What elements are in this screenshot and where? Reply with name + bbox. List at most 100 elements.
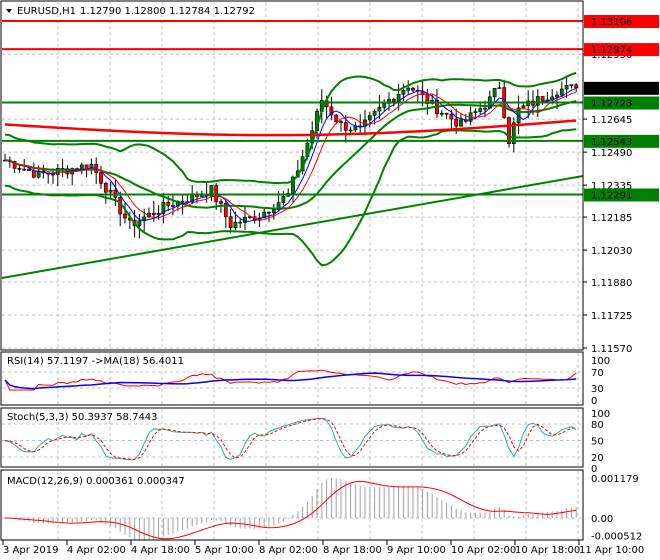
level-label: 1.12291 bbox=[591, 190, 632, 201]
candle[interactable] bbox=[108, 189, 113, 193]
candle[interactable] bbox=[17, 168, 22, 170]
candle[interactable] bbox=[372, 110, 377, 116]
price-tick-label: 1.12185 bbox=[591, 213, 632, 224]
candle[interactable] bbox=[564, 85, 569, 90]
price-tick-label: 1.11570 bbox=[591, 344, 632, 355]
candle[interactable] bbox=[555, 94, 559, 98]
macd-signal-line bbox=[4, 480, 577, 540]
candle[interactable] bbox=[166, 201, 171, 206]
price-tick-label: 1.12645 bbox=[591, 115, 632, 126]
candle[interactable] bbox=[339, 121, 343, 123]
header: EURUSD,H1 1.12790 1.12800 1.12784 1.1279… bbox=[6, 6, 255, 17]
candle[interactable] bbox=[171, 205, 175, 207]
candle[interactable] bbox=[444, 112, 449, 115]
candle[interactable] bbox=[367, 115, 372, 121]
candle[interactable] bbox=[411, 87, 415, 91]
time-axis-label: 8 Apr 02:00 bbox=[259, 545, 318, 556]
macd-label: MACD(12,26,9) 0.000361 0.000347 bbox=[7, 476, 185, 487]
candle[interactable] bbox=[454, 118, 459, 127]
candle[interactable] bbox=[22, 168, 27, 171]
rsi-axis-label: 0 bbox=[591, 396, 597, 407]
stoch-main-line bbox=[4, 417, 577, 461]
candle[interactable] bbox=[439, 112, 444, 115]
rsi-ma-line bbox=[4, 372, 577, 390]
candle[interactable] bbox=[406, 87, 411, 91]
symbol-label: EURUSD,H1 bbox=[17, 6, 76, 17]
candle[interactable] bbox=[343, 122, 348, 131]
time-axis-label: 3 Apr 2019 bbox=[3, 545, 58, 556]
rsi-axis-label: 70 bbox=[591, 368, 604, 379]
level-label: 1.12543 bbox=[591, 137, 632, 148]
candle[interactable] bbox=[559, 88, 564, 96]
ohlc-values: 1.12790 1.12800 1.12784 1.12792 bbox=[80, 6, 255, 17]
candle[interactable] bbox=[271, 209, 276, 213]
rsi-axis-label: 100 bbox=[591, 356, 610, 367]
moving-average-200 bbox=[4, 119, 577, 137]
price-tick-label: 1.12030 bbox=[591, 246, 632, 257]
candle[interactable] bbox=[492, 88, 497, 98]
price-frame bbox=[0, 0, 584, 351]
price-tick-label: 1.11880 bbox=[591, 278, 632, 289]
candle[interactable] bbox=[507, 117, 511, 144]
candle[interactable] bbox=[267, 211, 271, 214]
candle[interactable] bbox=[151, 212, 156, 216]
candle[interactable] bbox=[348, 129, 353, 132]
level-label: 1.12974 bbox=[591, 45, 632, 56]
price-tick-label: 1.11725 bbox=[591, 311, 632, 322]
stoch-signal-line bbox=[4, 418, 577, 461]
candle[interactable] bbox=[478, 108, 483, 112]
trading-chart[interactable]: 1.129501.126451.124901.123351.121851.120… bbox=[0, 0, 660, 560]
macd-axis-label: 0.00 bbox=[591, 514, 613, 525]
time-axis-label: 4 Apr 02:00 bbox=[67, 545, 126, 556]
rsi-axis-label: 30 bbox=[591, 384, 604, 395]
candle[interactable] bbox=[219, 201, 223, 204]
rsi-label: RSI(14) 57.1197 ->MA(18) 56.4011 bbox=[7, 356, 184, 367]
stoch-label: Stoch(5,3,3) 50.3937 58.7443 bbox=[7, 412, 158, 423]
candle[interactable] bbox=[391, 99, 396, 102]
candle[interactable] bbox=[233, 221, 238, 229]
candle[interactable] bbox=[103, 183, 108, 193]
price-panel[interactable] bbox=[1, 19, 584, 279]
grid bbox=[2, 2, 583, 540]
dropdown-triangle-icon[interactable] bbox=[6, 9, 12, 13]
candle[interactable] bbox=[401, 90, 406, 95]
time-axis-label: 8 Apr 18:00 bbox=[323, 545, 382, 556]
candle[interactable] bbox=[483, 107, 487, 110]
price-tick-label: 1.12490 bbox=[591, 148, 632, 159]
candle[interactable] bbox=[334, 114, 339, 122]
candle[interactable] bbox=[521, 105, 526, 109]
current-price-label: 1.12792 bbox=[591, 84, 632, 95]
candle[interactable] bbox=[27, 168, 31, 171]
stoch-axis-label: 80 bbox=[591, 420, 604, 431]
candle[interactable] bbox=[473, 111, 478, 114]
time-axis-label: 4 Apr 18:00 bbox=[131, 545, 190, 556]
indicator-panels bbox=[2, 369, 583, 541]
candle[interactable] bbox=[99, 172, 103, 184]
candle[interactable] bbox=[238, 221, 243, 224]
candle[interactable] bbox=[137, 220, 142, 227]
candle[interactable] bbox=[31, 170, 36, 178]
candle[interactable] bbox=[497, 87, 502, 89]
candle[interactable] bbox=[459, 119, 463, 127]
candle[interactable] bbox=[540, 96, 545, 102]
candle[interactable] bbox=[228, 216, 233, 229]
candle[interactable] bbox=[243, 216, 247, 223]
stoch-axis-label: 50 bbox=[591, 437, 604, 448]
candle[interactable] bbox=[377, 107, 382, 112]
time-axis-label: 10 Apr 18:00 bbox=[515, 545, 580, 556]
candle[interactable] bbox=[123, 213, 127, 219]
candle[interactable] bbox=[449, 113, 454, 120]
macd-axis-label: -0.000512 bbox=[591, 531, 642, 542]
macd-axis-label: 0.001179 bbox=[591, 474, 639, 485]
time-axis-label: 9 Apr 10:00 bbox=[387, 545, 446, 556]
candle[interactable] bbox=[180, 200, 185, 203]
time-axis-label: 10 Apr 02:00 bbox=[451, 545, 516, 556]
ma-slow bbox=[4, 91, 577, 221]
time-axis-label: 11 Apr 10:00 bbox=[579, 545, 644, 556]
candle[interactable] bbox=[569, 84, 574, 87]
bollinger-lower bbox=[4, 128, 577, 267]
candle[interactable] bbox=[574, 84, 579, 89]
time-axis-label: 5 Apr 10:00 bbox=[195, 545, 254, 556]
candle[interactable] bbox=[382, 103, 387, 108]
candle[interactable] bbox=[281, 196, 286, 203]
